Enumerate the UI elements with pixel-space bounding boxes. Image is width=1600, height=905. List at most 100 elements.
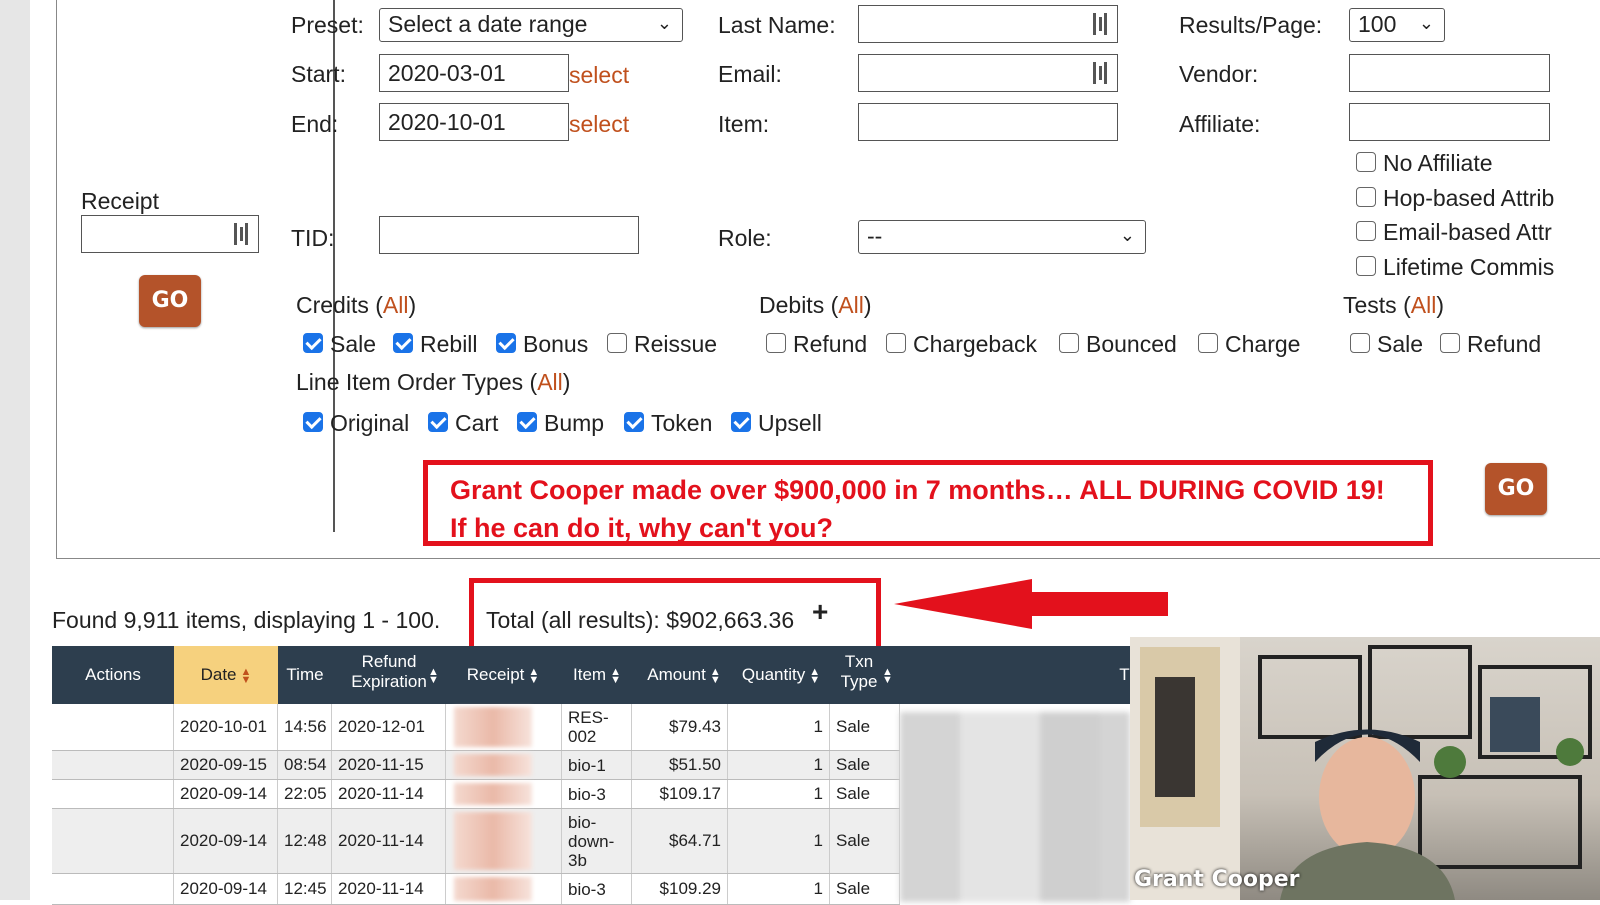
table-row[interactable]: 2020-10-01 14:56 2020-12-01 RES-002 $79.43 1 S… [52, 704, 900, 751]
line-items-all-link[interactable]: All [537, 369, 563, 395]
vendor-input[interactable] [1349, 54, 1550, 92]
checkbox-no-affiliate[interactable]: No Affiliate [1356, 150, 1493, 177]
affiliate-label: Affiliate: [1179, 111, 1261, 137]
col-item[interactable]: Item ▲ ▼ [562, 646, 632, 704]
preset-select-value: Select a date range [388, 11, 588, 37]
cell-time: 22:05 [278, 780, 332, 808]
checkbox-line-token[interactable]: Token [624, 410, 712, 437]
start-label: Start: [291, 61, 346, 87]
checkbox-line-bump[interactable]: Bump [517, 410, 604, 437]
checkbox-line-upsell[interactable]: Upsell [731, 410, 822, 437]
checkbox-box[interactable] [1356, 152, 1376, 172]
cell-actions [52, 780, 174, 808]
promo-overlay: Grant Cooper made over $900,000 in 7 mon… [423, 460, 1433, 546]
cell-quantity: 1 [728, 809, 830, 873]
col-txn-type[interactable]: Txn Type [832, 652, 886, 702]
sort-icon[interactable]: ▲ ▼ [428, 667, 439, 686]
results-per-page-select[interactable]: 100 ⌄ [1349, 8, 1445, 42]
col-quantity[interactable]: Quantity ▲ ▼ [732, 646, 830, 704]
start-date-input[interactable]: 2020-03-01 [379, 54, 569, 92]
sort-icon[interactable]: ▲ ▼ [528, 666, 539, 685]
receipt-go-button[interactable]: GO [139, 275, 201, 327]
checkbox-test-sale[interactable]: Sale [1350, 331, 1423, 358]
checkbox-box[interactable] [1356, 256, 1376, 276]
col-time[interactable]: Time [278, 646, 332, 704]
checkbox-box[interactable] [1198, 333, 1218, 353]
checkbox-hop-based[interactable]: Hop-based Attrib [1356, 185, 1554, 212]
preset-label: Preset: [291, 12, 364, 38]
checkbox-box[interactable] [303, 412, 323, 432]
search-go-button[interactable]: GO [1485, 463, 1547, 515]
checkbox-credit-rebill[interactable]: Rebill [393, 331, 478, 358]
webcam-name: Grant Cooper [1134, 867, 1300, 892]
checkbox-box[interactable] [428, 412, 448, 432]
col-receipt[interactable]: Receipt ▲ ▼ [448, 646, 558, 704]
vendor-label: Vendor: [1179, 61, 1259, 87]
sort-icon[interactable]: ▲ ▼ [882, 667, 893, 686]
checkbox-credit-bonus[interactable]: Bonus [496, 331, 588, 358]
end-date-input[interactable]: 2020-10-01 [379, 103, 569, 141]
cell-date: 2020-09-14 [174, 809, 278, 873]
cell-item: bio-3 [562, 780, 632, 808]
checkbox-box[interactable] [1059, 333, 1079, 353]
table-row[interactable]: 2020-09-15 08:54 2020-11-15 bio-1 $51.50 1 Sal… [52, 751, 900, 780]
checkbox-debit-charge[interactable]: Charge [1198, 331, 1300, 358]
checkbox-credit-reissue[interactable]: Reissue [607, 331, 717, 358]
email-input[interactable] [858, 54, 1118, 92]
checkbox-box[interactable] [1350, 333, 1370, 353]
checkbox-line-cart[interactable]: Cart [428, 410, 498, 437]
checkbox-email-based[interactable]: Email-based Attr [1356, 219, 1552, 246]
tests-all-link[interactable]: All [1411, 292, 1437, 318]
password-manager-icon[interactable] [1091, 62, 1109, 84]
cell-receipt [446, 809, 562, 873]
role-select-value: -- [867, 223, 883, 249]
receipt-input[interactable] [81, 215, 259, 253]
affiliate-input[interactable] [1349, 103, 1550, 141]
checkbox-credit-sale[interactable]: Sale [303, 331, 376, 358]
debits-all-link[interactable]: All [838, 292, 864, 318]
col-date[interactable]: Date ▲ ▼ [174, 646, 278, 704]
plus-icon[interactable]: + [812, 596, 828, 628]
password-manager-icon[interactable] [1091, 13, 1109, 35]
checkbox-box[interactable] [517, 412, 537, 432]
credits-all-link[interactable]: All [383, 292, 409, 318]
checkbox-box[interactable] [607, 333, 627, 353]
checkbox-debit-chargeback[interactable]: Chargeback [886, 331, 1037, 358]
col-amount[interactable]: Amount ▲ ▼ [636, 646, 732, 704]
cell-quantity: 1 [728, 780, 830, 808]
password-manager-icon[interactable] [232, 223, 250, 245]
role-select[interactable]: -- ⌄ [858, 220, 1146, 254]
sort-icon[interactable]: ▲ ▼ [610, 666, 621, 685]
table-row[interactable]: 2020-09-14 22:05 2020-11-14 bio-3 $109.17 1 Sa… [52, 780, 900, 809]
checkbox-debit-refund[interactable]: Refund [766, 331, 867, 358]
checkbox-box[interactable] [624, 412, 644, 432]
col-refund-expiration[interactable]: Refund Expiration [336, 652, 442, 702]
sort-icon[interactable]: ▲ ▼ [809, 666, 820, 685]
item-input[interactable] [858, 103, 1118, 141]
tid-input[interactable] [379, 216, 639, 254]
table-row[interactable]: 2020-09-14 12:48 2020-11-14 bio-down-3b $64.… [52, 809, 900, 874]
checkbox-box[interactable] [731, 412, 751, 432]
checkbox-line-original[interactable]: Original [303, 410, 409, 437]
checkbox-box[interactable] [303, 333, 323, 353]
end-select-link[interactable]: select [569, 111, 629, 138]
checkbox-debit-bounced[interactable]: Bounced [1059, 331, 1177, 358]
checkbox-box[interactable] [1356, 221, 1376, 241]
checkbox-box[interactable] [496, 333, 516, 353]
checkbox-box[interactable] [1356, 187, 1376, 207]
sort-icon[interactable]: ▲ ▼ [710, 666, 721, 685]
cell-date: 2020-09-15 [174, 751, 278, 779]
checkbox-box[interactable] [1440, 333, 1460, 353]
checkbox-box[interactable] [766, 333, 786, 353]
cell-refund-expiration: 2020-11-14 [332, 780, 446, 808]
preset-select[interactable]: Select a date range ⌄ [379, 8, 683, 42]
checkbox-test-refund[interactable]: Refund [1440, 331, 1541, 358]
table-row[interactable]: 2020-09-14 12:45 2020-11-14 bio-3 $109.29 1 Sa… [52, 874, 900, 905]
checkbox-box[interactable] [393, 333, 413, 353]
sort-icon[interactable]: ▲ ▼ [241, 666, 252, 685]
checkbox-box[interactable] [886, 333, 906, 353]
start-select-link[interactable]: select [569, 62, 629, 89]
role-label: Role: [718, 225, 772, 251]
last-name-input[interactable] [858, 5, 1118, 43]
checkbox-lifetime[interactable]: Lifetime Commis [1356, 254, 1554, 281]
